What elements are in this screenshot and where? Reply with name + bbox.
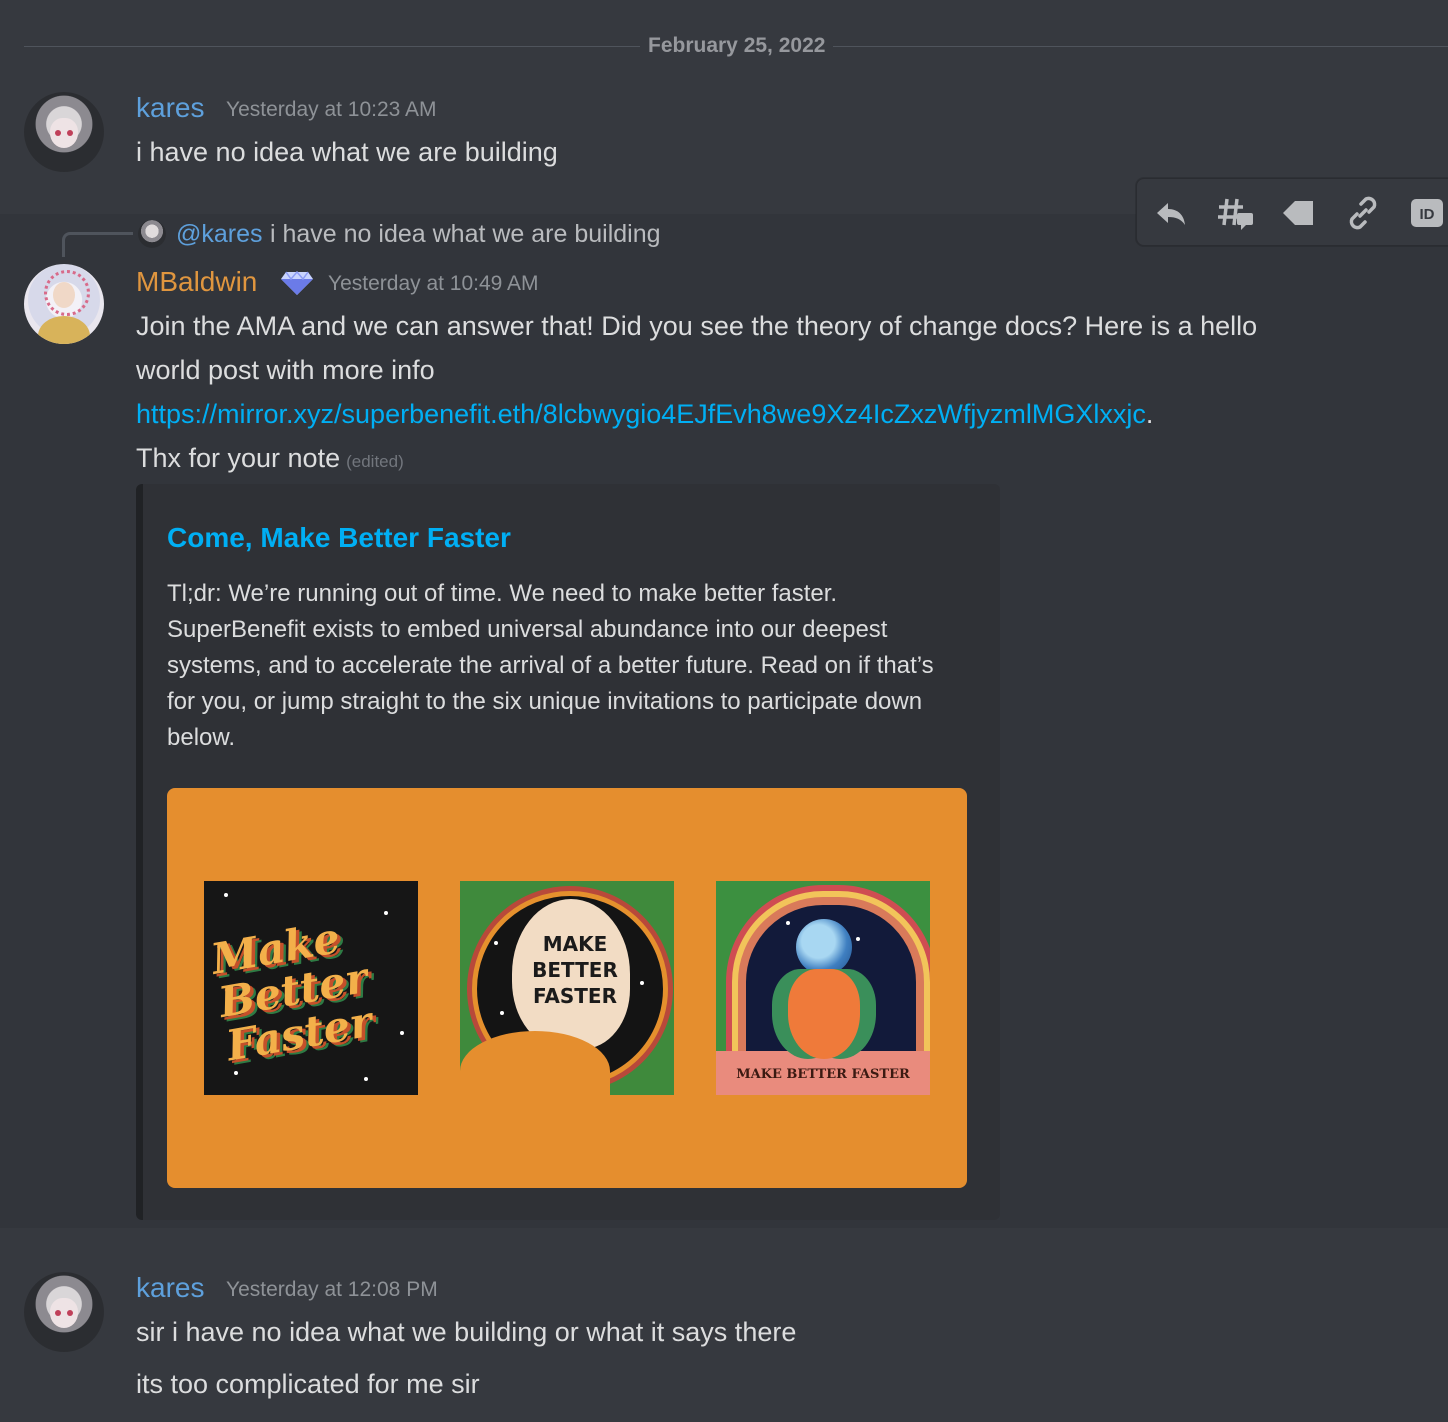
username-mbaldwin[interactable]: MBaldwin — [136, 266, 257, 298]
date-divider-label: February 25, 2022 — [640, 34, 834, 58]
message-text: sir i have no idea what we building or w… — [136, 1317, 797, 1347]
art-earth-portrait: MAKE BETTER FASTER — [716, 881, 930, 1095]
message-link-line: https://mirror.xyz/superbenefit.eth/8lcb… — [136, 392, 1153, 436]
copy-link-icon[interactable] — [1343, 193, 1383, 233]
mark-unread-icon[interactable] — [1279, 193, 1319, 233]
art1-text: Make Better Faster — [207, 913, 376, 1071]
username-kares[interactable]: kares — [136, 92, 204, 124]
avatar[interactable] — [24, 92, 104, 172]
message-timestamp[interactable]: Yesterday at 10:49 AM — [328, 272, 539, 296]
reply-connector — [62, 232, 133, 257]
copy-id-icon[interactable]: ID — [1407, 193, 1447, 233]
message-link[interactable]: https://mirror.xyz/superbenefit.eth/8lcb… — [136, 399, 1146, 429]
message-text-line-4: Thx for your note (edited) — [136, 436, 404, 484]
message-text-line-2: world post with more info — [136, 355, 435, 385]
create-thread-icon[interactable] — [1215, 193, 1255, 233]
message-toolbar: ID — [1136, 178, 1448, 246]
message-timestamp[interactable]: Yesterday at 10:23 AM — [226, 98, 437, 122]
reply-icon[interactable] — [1151, 193, 1191, 233]
message-text-thanks: Thx for your note — [136, 443, 341, 473]
edited-indicator: (edited) — [346, 452, 404, 471]
art3-label: MAKE BETTER FASTER — [736, 1067, 910, 1082]
art-head-silhouette: MAKE BETTER FASTER — [460, 881, 674, 1095]
message-text: i have no idea what we are building — [136, 137, 558, 167]
embed-title[interactable]: Come, Make Better Faster — [167, 522, 511, 554]
message-text: its too complicated for me sir — [136, 1369, 480, 1399]
art-make-better-faster-lettering: Make Better Faster — [204, 881, 418, 1095]
message-timestamp[interactable]: Yesterday at 12:08 PM — [226, 1278, 438, 1302]
message-text-line-1: Join the AMA and we can answer that! Did… — [136, 311, 1258, 341]
username-kares[interactable]: kares — [136, 1272, 204, 1304]
avatar[interactable] — [24, 264, 104, 344]
avatar[interactable] — [24, 1272, 104, 1352]
link-suffix: . — [1145, 399, 1154, 429]
reply-mention[interactable]: @kares — [176, 220, 263, 249]
diamond-badge-icon[interactable] — [280, 268, 314, 296]
link-embed: Come, Make Better Faster Tl;dr: We’re ru… — [136, 484, 1000, 1220]
embed-image[interactable]: Make Better Faster MAKE BETTER FASTER MA… — [167, 788, 967, 1188]
copy-id-label: ID — [1420, 206, 1435, 223]
reply-preview-text[interactable]: i have no idea what we are building — [270, 220, 661, 249]
embed-description: Tl;dr: We’re running out of time. We nee… — [167, 580, 934, 751]
reply-avatar[interactable] — [138, 220, 166, 248]
art2-text: MAKE BETTER FASTER — [532, 932, 618, 1008]
